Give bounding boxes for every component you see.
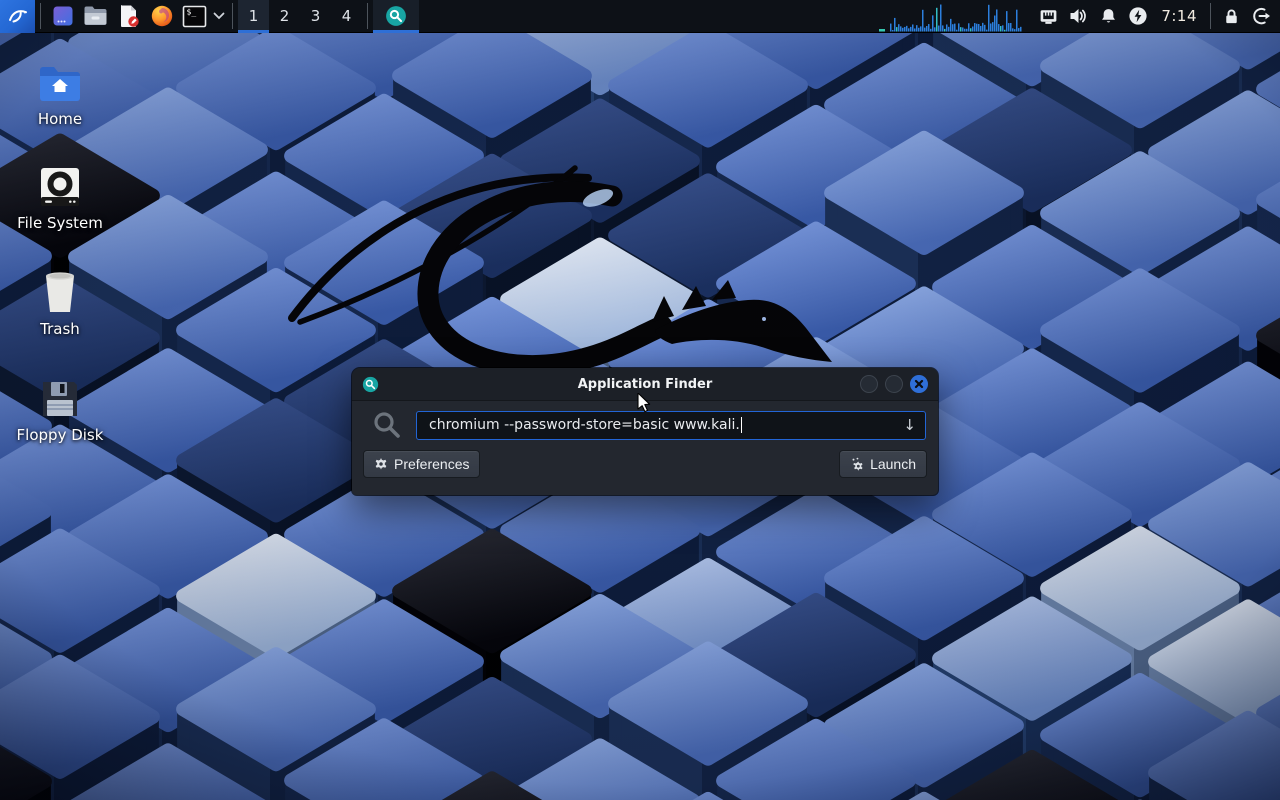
network-tray-icon[interactable] xyxy=(1033,0,1063,33)
command-input[interactable]: chromium --password-store=basic www.kali… xyxy=(416,411,926,440)
kali-menu-button[interactable] xyxy=(0,0,35,33)
top-panel: $_ 1 2 3 4 xyxy=(0,0,1280,33)
preferences-button[interactable]: Preferences xyxy=(363,450,480,478)
workspace-3[interactable]: 3 xyxy=(300,0,331,33)
desktop-icon-floppy-disk[interactable]: Floppy Disk xyxy=(8,372,112,444)
battery-power-icon xyxy=(1128,6,1148,26)
desktop-icon-label: Floppy Disk xyxy=(17,426,104,444)
logout-icon xyxy=(1251,6,1271,26)
cpu-graph[interactable] xyxy=(878,0,1023,33)
maximize-button[interactable] xyxy=(885,375,903,393)
desktop-icon-label: Trash xyxy=(40,320,80,338)
notifications-tray-icon[interactable] xyxy=(1093,0,1123,33)
floppy-disk-icon xyxy=(39,372,81,420)
hard-drive-icon xyxy=(39,160,81,208)
panel-separator xyxy=(40,3,41,29)
window-title: Application Finder xyxy=(352,377,938,392)
home-folder-icon xyxy=(37,56,83,104)
panel-separator xyxy=(367,3,368,29)
launch-icon xyxy=(850,457,864,471)
application-finder-window: Application Finder chromium --password-s… xyxy=(352,368,938,495)
launch-button[interactable]: Launch xyxy=(839,450,927,478)
app-finder-icon xyxy=(385,5,407,27)
close-icon xyxy=(914,379,924,389)
terminal-prompt-glyph: $_ xyxy=(187,7,197,16)
text-editor-launcher[interactable] xyxy=(112,0,145,33)
panel-separator xyxy=(1210,3,1211,29)
command-input-value: chromium --password-store=basic www.kali… xyxy=(429,417,740,433)
desktop-icon-label: File System xyxy=(17,214,103,232)
desktop: $_ 1 2 3 4 xyxy=(0,0,1280,800)
desktop-icon-file-system[interactable]: File System xyxy=(8,160,112,232)
search-icon xyxy=(372,410,402,440)
mouse-cursor xyxy=(637,393,653,419)
terminal-dropdown-button[interactable] xyxy=(211,0,227,33)
bell-icon xyxy=(1099,7,1118,26)
desktop-icon-home[interactable]: Home xyxy=(8,56,112,128)
launch-label: Launch xyxy=(870,456,916,472)
folder-icon xyxy=(83,5,108,27)
panel-separator xyxy=(232,3,233,29)
trash-icon xyxy=(40,266,80,314)
terminal-launcher[interactable]: $_ xyxy=(178,0,211,33)
desktop-icon-trash[interactable]: Trash xyxy=(8,266,112,338)
workspace-4[interactable]: 4 xyxy=(331,0,362,33)
close-button[interactable] xyxy=(910,375,928,393)
gear-icon xyxy=(374,457,388,471)
workspace-2[interactable]: 2 xyxy=(269,0,300,33)
document-icon xyxy=(117,4,141,28)
minimize-button[interactable] xyxy=(860,375,878,393)
app-window-icon xyxy=(51,4,75,28)
workspace-1[interactable]: 1 xyxy=(238,0,269,33)
desktop-icon-label: Home xyxy=(38,110,82,128)
lock-screen-button[interactable] xyxy=(1216,0,1246,33)
file-manager-launcher[interactable] xyxy=(79,0,112,33)
kali-dragon-icon xyxy=(6,4,30,28)
logout-button[interactable] xyxy=(1246,0,1276,33)
chevron-down-icon xyxy=(213,12,225,20)
preferences-label: Preferences xyxy=(394,456,469,472)
clock[interactable]: 7:14 xyxy=(1161,7,1197,25)
ethernet-icon xyxy=(1038,6,1059,27)
terminal-icon: $_ xyxy=(182,4,207,29)
speaker-icon xyxy=(1068,6,1088,26)
text-caret xyxy=(741,417,742,433)
volume-tray-icon[interactable] xyxy=(1063,0,1093,33)
taskbar-application-finder-button[interactable] xyxy=(373,0,419,33)
firefox-launcher[interactable] xyxy=(145,0,178,33)
input-dropdown-arrow-icon[interactable]: ↓ xyxy=(903,416,916,434)
lock-icon xyxy=(1222,7,1241,26)
firefox-icon xyxy=(150,4,174,28)
app-drawer-launcher[interactable] xyxy=(46,0,79,33)
power-manager-tray-icon[interactable] xyxy=(1123,0,1153,33)
